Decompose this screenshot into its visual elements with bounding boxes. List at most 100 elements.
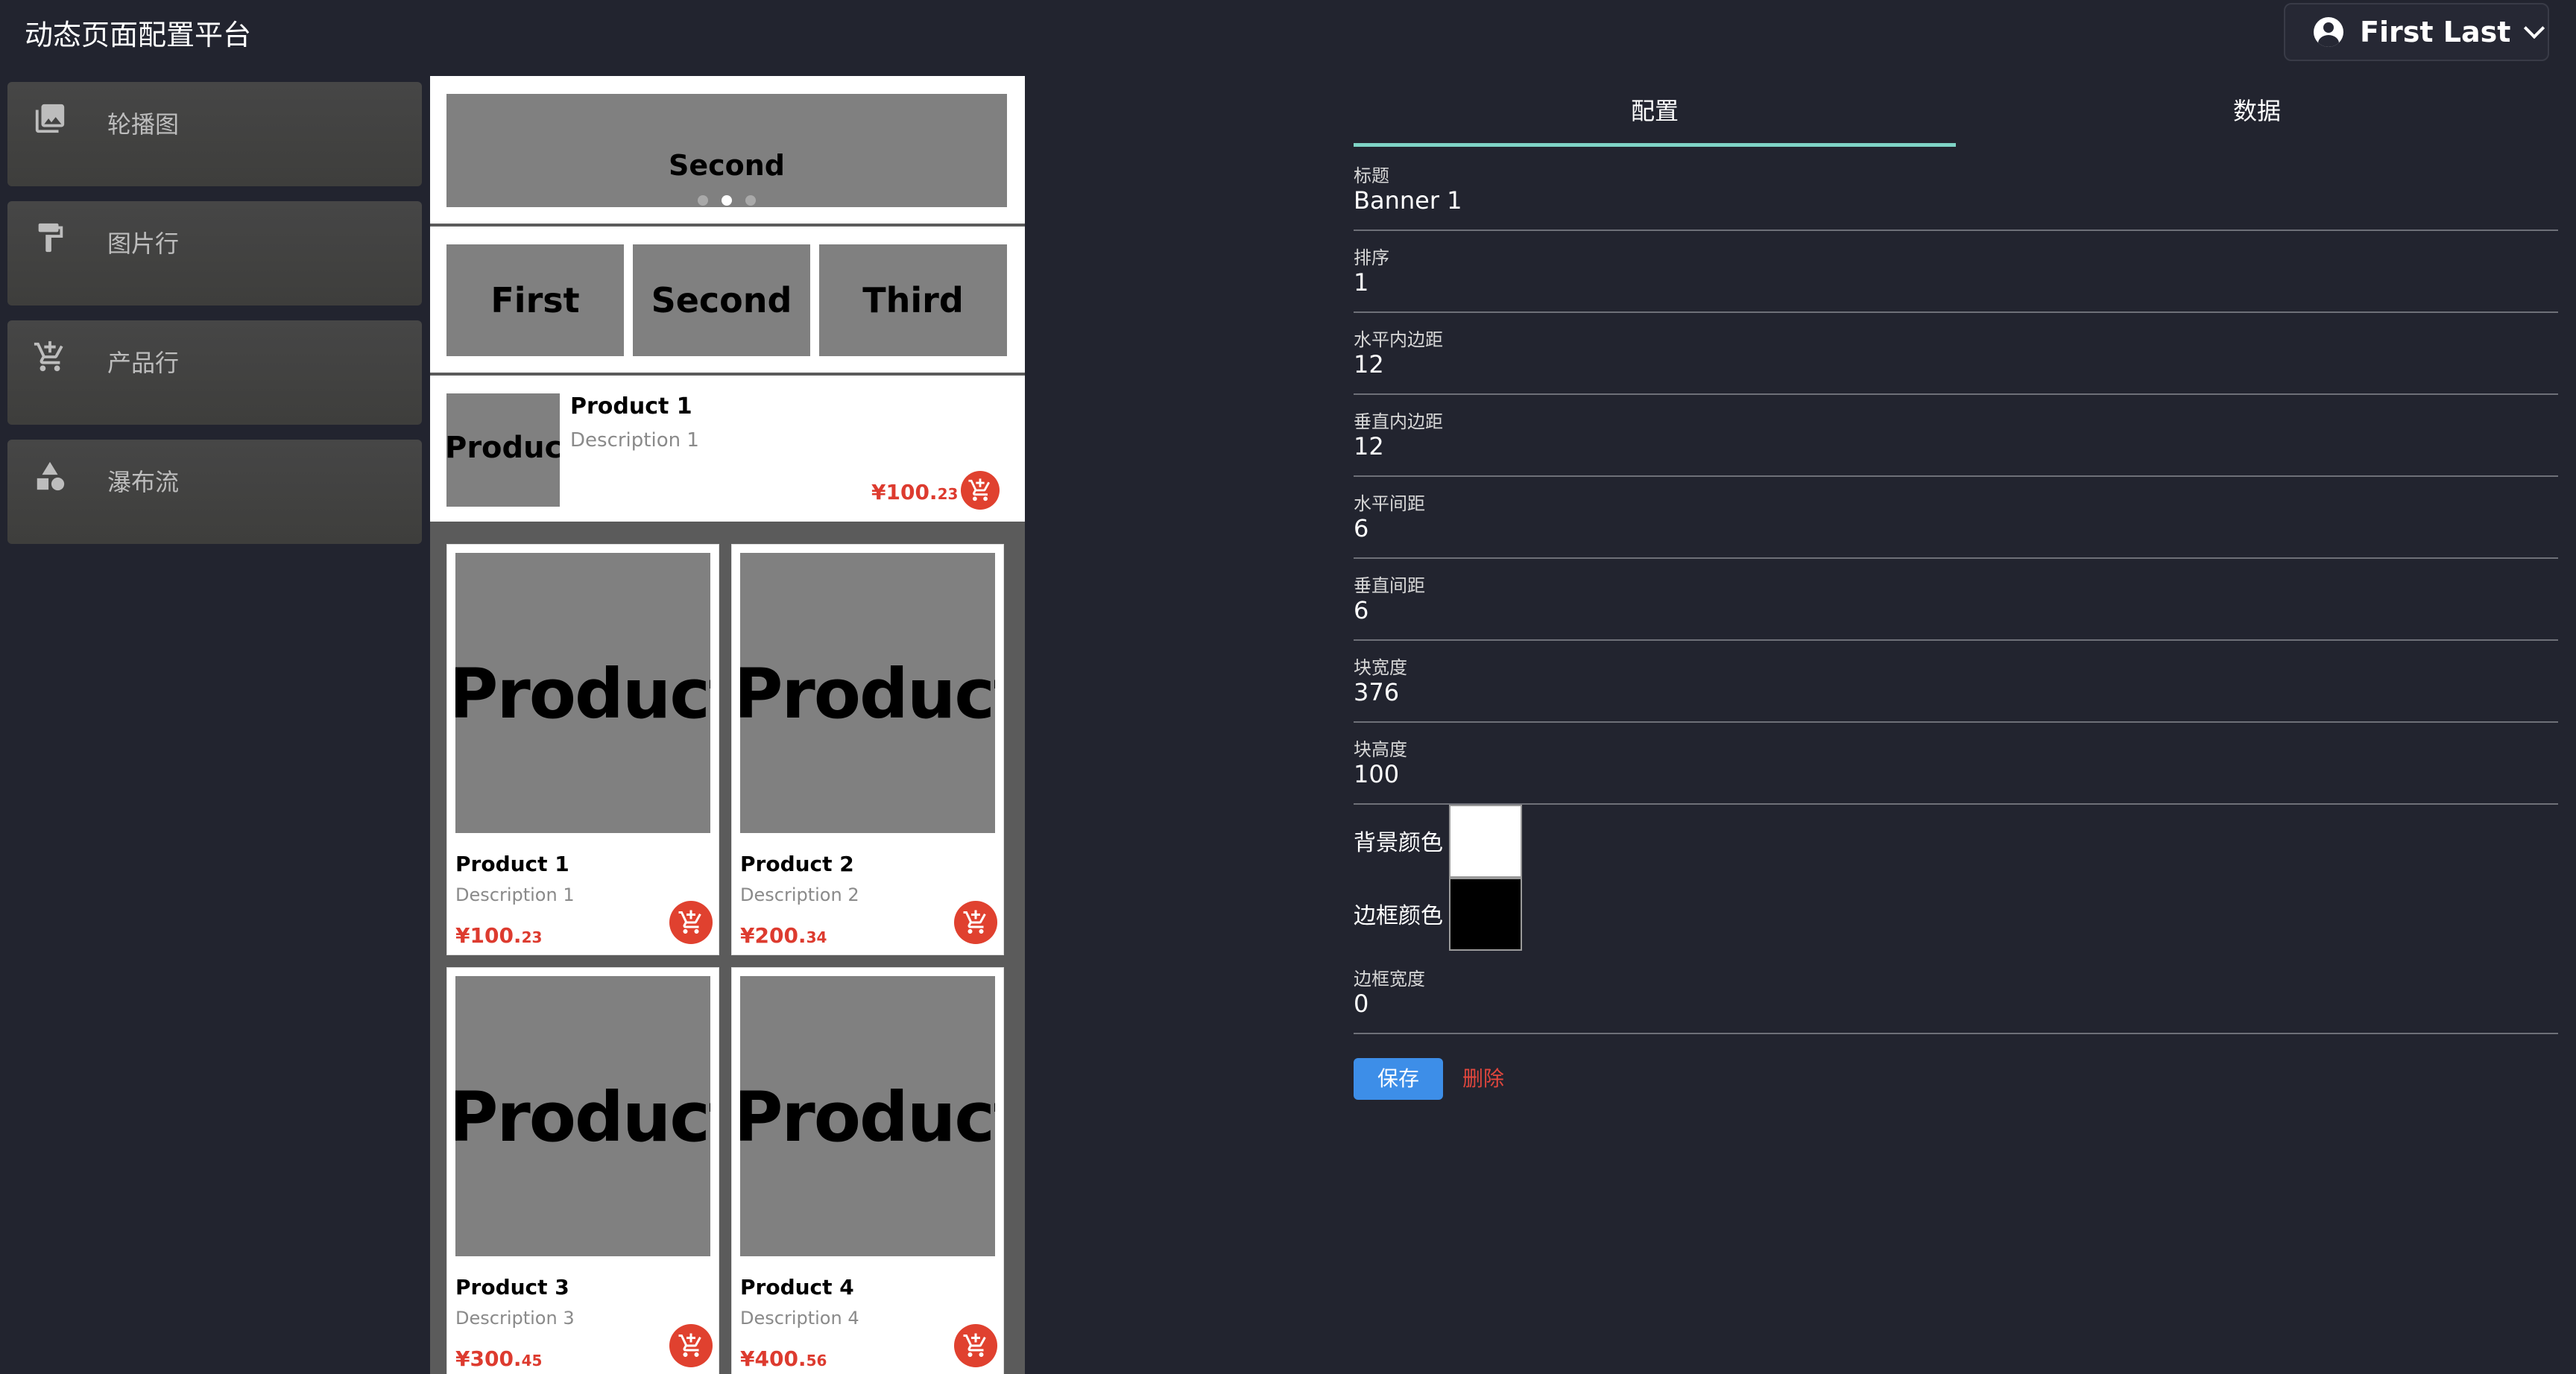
product-image-text: Product3 [455,1077,710,1157]
add-shopping-cart-icon [34,341,63,372]
delete-button[interactable]: 删除 [1462,1058,1504,1100]
add-shopping-cart-icon [963,910,986,934]
product-price: ¥200.34 [740,923,827,948]
carousel-dot[interactable] [745,195,756,206]
price-cents: 56 [806,1352,827,1370]
price-main: ¥300. [455,1346,522,1371]
product-price: ¥100.23 [871,480,958,504]
field-input[interactable]: 1 [1354,268,1368,297]
field-input[interactable]: 376 [1354,678,1399,706]
tab-data[interactable]: 数据 [1956,76,2558,146]
field-label: 块宽度 [1354,657,1407,678]
product-description: Description 3 [455,1308,575,1329]
block-width-field[interactable]: 块宽度 376 [1354,642,2558,723]
product-image: Product4 [740,976,995,1256]
price-cents: 45 [521,1352,543,1370]
price-cents: 23 [937,485,959,503]
field-label: 块高度 [1354,739,1407,760]
sidebar-item-label: 图片行 [107,229,180,258]
border-color-label: 边框颜色 [1354,903,1443,929]
product-card[interactable]: Product3 Product 3 Description 3 ¥300.45 [446,967,719,1374]
product-card[interactable]: Product2 Product 2 Description 2 ¥200.34 [731,544,1004,955]
account-circle-icon [2314,17,2343,47]
background-color-swatch[interactable] [1449,805,1522,878]
field-input[interactable]: 12 [1354,350,1384,379]
sidebar-item-label: 产品行 [107,349,180,377]
product-card[interactable]: Product1 Product 1 Description 1 ¥100.23 [446,544,719,955]
paint-roller-icon [38,223,63,253]
product-name: Product 1 [570,393,692,420]
sidebar-item-label: 轮播图 [107,110,180,139]
product-price: ¥100.23 [455,923,542,948]
field-input[interactable]: Banner 1 [1354,186,1462,215]
border-color-swatch[interactable] [1449,878,1522,951]
field-label: 水平内边距 [1354,329,1443,350]
waterfall-block[interactable]: Product1 Product 1 Description 1 ¥100.23… [430,525,1025,1374]
carousel-slide[interactable]: Second [446,94,1007,207]
chevron-down-icon [2524,17,2545,39]
add-shopping-cart-icon [678,910,701,934]
product-row-block[interactable]: Product1 Product 1 Description 1 ¥100.23 [430,376,1025,522]
add-to-cart-button[interactable] [954,901,997,944]
image-tile[interactable]: Third [819,244,1007,356]
image-row-block[interactable]: First Second Third [430,227,1025,373]
add-shopping-cart-icon [968,478,990,501]
app-title: 动态页面配置平台 [25,19,252,51]
price-cents: 23 [521,928,543,946]
config-tabs: 配置 数据 [1354,76,2558,148]
carousel-block[interactable]: Second [430,76,1025,224]
field-input[interactable]: 0 [1354,990,1368,1018]
carousel-slide-text: Second [668,149,786,182]
horizontal-spacing-field[interactable]: 水平间距 6 [1354,478,2558,559]
product-name: Product 2 [740,852,854,876]
field-label: 垂直间距 [1354,575,1425,596]
price-main: ¥100. [871,480,938,504]
field-label: 标题 [1354,165,1389,186]
block-height-field[interactable]: 块高度 100 [1354,724,2558,805]
title-field[interactable]: 标题 Banner 1 [1354,151,2558,231]
user-name: First Last [2360,16,2511,48]
sidebar-item-product-row[interactable]: 产品行 [7,320,422,425]
vertical-spacing-field[interactable]: 垂直间距 6 [1354,560,2558,641]
sort-field[interactable]: 排序 1 [1354,232,2558,313]
field-input[interactable]: 6 [1354,596,1368,624]
horizontal-padding-field[interactable]: 水平内边距 12 [1354,314,2558,395]
product-image: Product2 [740,553,995,833]
product-image-text: Product2 [740,654,995,734]
field-input[interactable]: 100 [1354,760,1399,788]
price-cents: 34 [806,928,827,946]
add-to-cart-button[interactable] [669,901,713,944]
save-button[interactable]: 保存 [1354,1058,1443,1100]
carousel-dots [446,195,1007,206]
add-to-cart-button[interactable] [954,1324,997,1367]
sidebar-item-carousel[interactable]: 轮播图 [7,82,422,186]
product-thumbnail-text: Product1 [446,431,560,465]
vertical-padding-field[interactable]: 垂直内边距 12 [1354,396,2558,477]
user-menu-button[interactable]: First Last [2284,3,2549,61]
sidebar-item-waterfall[interactable]: 瀑布流 [7,440,422,544]
carousel-dot[interactable] [698,195,708,206]
product-description: Description 4 [740,1308,859,1329]
product-image-text: Product1 [455,654,710,734]
product-name: Product 4 [740,1275,854,1299]
field-label: 边框宽度 [1354,969,1425,990]
field-input[interactable]: 6 [1354,514,1368,542]
product-price: ¥400.56 [740,1346,827,1371]
field-input[interactable]: 12 [1354,432,1384,460]
active-tab-indicator [1354,143,1956,147]
product-thumbnail: Product1 [446,393,560,507]
tab-config[interactable]: 配置 [1354,76,1956,146]
border-width-field[interactable]: 边框宽度 0 [1354,954,2558,1034]
image-icon [35,104,65,133]
carousel-dot-active[interactable] [722,195,732,206]
image-tile[interactable]: Second [633,244,810,356]
page-preview[interactable]: Second First Second Third Product1 Produ… [430,76,1025,1374]
add-to-cart-button[interactable] [961,471,1000,510]
product-card[interactable]: Product4 Product 4 Description 4 ¥400.56 [731,967,1004,1374]
product-price: ¥300.45 [455,1346,542,1371]
field-label: 排序 [1354,247,1389,268]
sidebar-item-image-row[interactable]: 图片行 [7,201,422,305]
image-tile[interactable]: First [446,244,624,356]
add-to-cart-button[interactable] [669,1324,713,1367]
add-shopping-cart-icon [678,1333,701,1357]
